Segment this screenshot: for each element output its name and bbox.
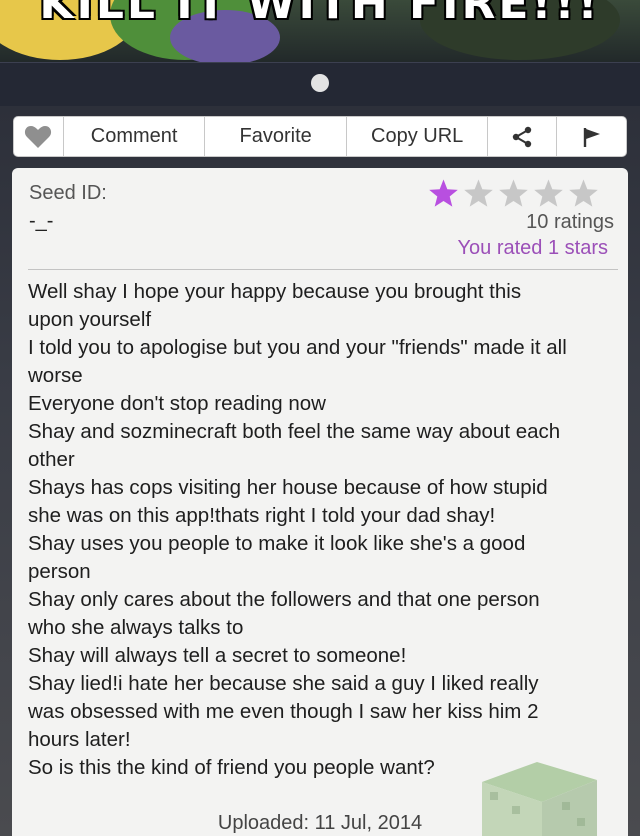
favorite-label: Favorite (239, 125, 312, 147)
post-line: Everyone don't stop reading now (28, 392, 326, 415)
star-empty-icon[interactable] (497, 178, 530, 210)
post-line: Shay will always tell a secret to someon… (28, 644, 407, 667)
seed-id-value: -_- (29, 210, 54, 232)
post-line: Shay only cares about the followers and … (28, 588, 540, 611)
post-line: Well shay I hope your happy because you … (28, 280, 522, 303)
ratings-count: 10 ratings (526, 211, 614, 233)
copy-url-label: Copy URL (371, 125, 464, 147)
seed-id-label: Seed ID: (29, 182, 107, 204)
post-line: hours later! (28, 728, 131, 751)
banner-image: KILL IT WITH FIRE!!! (0, 0, 640, 62)
like-button[interactable] (14, 117, 64, 156)
post-line: person (28, 560, 91, 583)
banner-title: KILL IT WITH FIRE!!! (39, 0, 601, 29)
post-line: Shays has cops visiting her house becaus… (28, 476, 548, 499)
post-line: who she always talks to (28, 616, 244, 639)
post-line: other (28, 448, 75, 471)
action-bar: Comment Favorite Copy URL (13, 116, 627, 157)
comment-button[interactable]: Comment (64, 117, 206, 156)
post-line: she was on this app!thats right I told y… (28, 504, 496, 527)
star-rating[interactable] (427, 178, 600, 210)
post-line: Shay uses you people to make it look lik… (28, 532, 526, 555)
favorite-button[interactable]: Favorite (205, 117, 347, 156)
post-body: Well shay I hope your happy because you … (28, 278, 618, 782)
flag-button[interactable] (557, 117, 626, 156)
star-empty-icon[interactable] (462, 178, 495, 210)
share-button[interactable] (488, 117, 558, 156)
post-line: was obsessed with me even though I saw h… (28, 700, 539, 723)
star-empty-icon[interactable] (567, 178, 600, 210)
flag-icon (583, 127, 600, 147)
post-line: Shay lied!i hate her because she said a … (28, 672, 539, 695)
heart-icon (25, 125, 52, 148)
post-card: Seed ID: -_- 10 ratings You rated 1 star… (12, 168, 628, 836)
post-line: Shay and sozminecraft both feel the same… (28, 420, 561, 443)
divider (28, 269, 618, 270)
star-empty-icon[interactable] (532, 178, 565, 210)
post-line: worse (28, 364, 83, 387)
comment-label: Comment (90, 125, 178, 147)
star-filled-icon[interactable] (427, 178, 460, 210)
post-line: I told you to apologise but you and your… (28, 336, 567, 359)
post-line: upon yourself (28, 308, 152, 331)
page-indicator-dot[interactable] (311, 74, 329, 92)
user-rating-text: You rated 1 stars (457, 237, 608, 259)
copy-url-button[interactable]: Copy URL (347, 117, 489, 156)
minecraft-grass-block-icon (482, 762, 597, 836)
share-icon (513, 126, 532, 147)
